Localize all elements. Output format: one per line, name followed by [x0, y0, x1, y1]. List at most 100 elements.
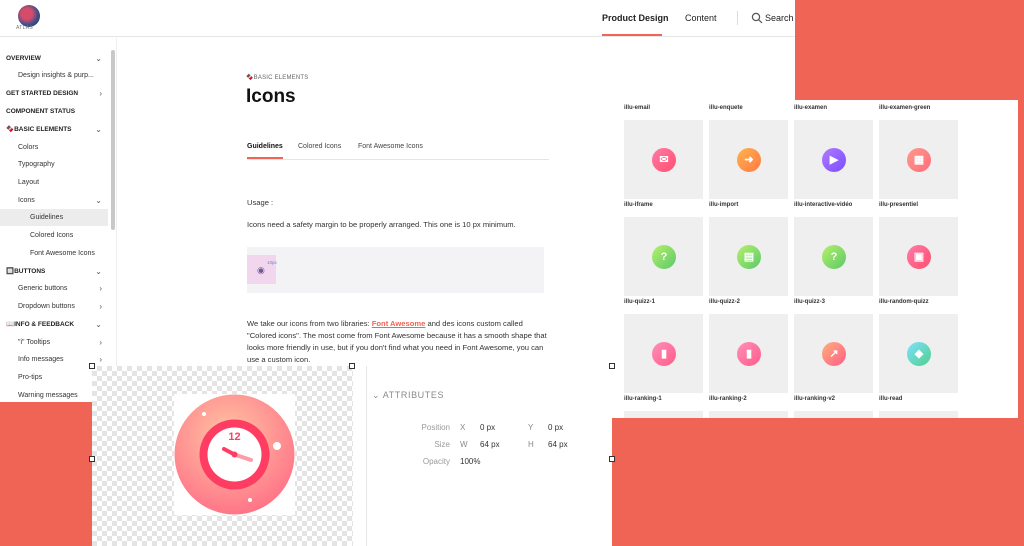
sidebar-item[interactable]: OVERVIEW ⌄: [0, 50, 108, 67]
tab-font-awesome-icons[interactable]: Font Awesome Icons: [358, 143, 423, 150]
chevron-down-icon: ⌄: [95, 54, 102, 63]
sidebar-item-label: 🍫BASIC ELEMENTS: [6, 126, 72, 133]
interactive-video-icon: ?: [822, 245, 846, 269]
icon-tile[interactable]: ➜: [709, 120, 788, 199]
icon-name-label: illu-ranking-1: [624, 396, 662, 402]
quizz-3-icon: ↗: [822, 342, 846, 366]
breadcrumb[interactable]: 🍫BASIC ELEMENTS: [246, 74, 308, 81]
quizz-1-icon: ▮: [652, 342, 676, 366]
search-icon[interactable]: [751, 12, 763, 24]
icon-name-label: illu-ranking-2: [709, 396, 747, 402]
sidebar-item-label: 🔲BUTTONS: [6, 268, 46, 275]
top-navigation: ATLAS Product Design Content Search: [0, 0, 795, 37]
icon-tile[interactable]: [624, 411, 703, 418]
page-title: Icons: [246, 86, 296, 107]
attributes-heading[interactable]: ⌄ ATTRIBUTES: [372, 390, 444, 401]
email-icon: ✉: [652, 148, 676, 172]
chevron-right-icon: ›: [99, 338, 102, 347]
sidebar-item[interactable]: GET STARTED DESIGN ›: [0, 85, 108, 102]
font-awesome-link[interactable]: Font Awesome: [372, 319, 426, 328]
h-value[interactable]: 64 px: [548, 440, 568, 449]
chevron-down-icon: ⌄: [95, 320, 102, 329]
sidebar-item[interactable]: 📖INFO & FEEDBACK ⌄: [0, 316, 108, 333]
icon-tile[interactable]: ▣: [879, 217, 958, 296]
sidebar-item[interactable]: 🔲BUTTONS ⌄: [0, 263, 108, 280]
margin-demo-label: 10px: [267, 260, 277, 265]
icon-tile[interactable]: ▤: [709, 217, 788, 296]
selection-handle-left-mid[interactable]: [89, 456, 95, 462]
selection-handle-right-mid[interactable]: [609, 456, 615, 462]
icon-tile[interactable]: ▦: [879, 120, 958, 199]
sidebar-item-label: Info messages: [18, 356, 64, 363]
sidebar-item[interactable]: Dropdown buttons ›: [0, 298, 108, 315]
selection-handle-top-right[interactable]: [609, 363, 615, 369]
examen-green-icon: ▦: [907, 148, 931, 172]
clock-illustration[interactable]: 12: [174, 394, 295, 515]
eye-icon: ◉: [257, 265, 265, 275]
chevron-right-icon: ›: [99, 302, 102, 311]
presentiel-icon: ▣: [907, 245, 931, 269]
sidebar-item[interactable]: Layout: [0, 174, 108, 191]
icon-name-label: illu-ranking-v2: [794, 396, 836, 402]
sidebar-item[interactable]: 🍫BASIC ELEMENTS ⌄: [0, 121, 108, 138]
w-value[interactable]: 64 px: [480, 440, 500, 449]
sidebar-item-label: Icons: [18, 197, 35, 204]
selection-handle-top-left[interactable]: [89, 363, 95, 369]
logo-icon[interactable]: [18, 5, 40, 27]
icon-tile[interactable]: ◆: [879, 314, 958, 393]
transparency-canvas: 12: [92, 366, 353, 546]
tab-colored-icons[interactable]: Colored Icons: [298, 143, 341, 150]
y-value[interactable]: 0 px: [548, 423, 563, 432]
sidebar-item[interactable]: Typography: [0, 156, 108, 173]
icon-tile[interactable]: ↗: [794, 314, 873, 393]
icon-tile[interactable]: ✉: [624, 120, 703, 199]
nav-divider: [737, 11, 738, 25]
icon-tile[interactable]: ?: [794, 217, 873, 296]
sidebar-item-label: 📖INFO & FEEDBACK: [6, 321, 75, 328]
chevron-right-icon: ›: [99, 284, 102, 293]
sidebar-item[interactable]: Colors: [0, 139, 108, 156]
usage-heading: Usage :: [247, 198, 274, 207]
sidebar-item[interactable]: "i" Tooltips ›: [0, 334, 108, 351]
x-axis-label: X: [460, 423, 466, 432]
search-button[interactable]: Search: [765, 13, 794, 23]
icon-tile[interactable]: [794, 411, 873, 418]
icon-tile[interactable]: [879, 411, 958, 418]
sidebar: OVERVIEW ⌄ Design insights & purp... GET ST…: [0, 38, 117, 402]
h-axis-label: H: [528, 440, 534, 449]
selection-handle-top-mid[interactable]: [349, 363, 355, 369]
sidebar-item[interactable]: Design insights & purp...: [0, 67, 108, 84]
icon-name-label: illu-examen-green: [879, 105, 931, 111]
tab-guidelines[interactable]: Guidelines: [247, 143, 283, 150]
iframe-icon: ?: [652, 245, 676, 269]
random-quizz-icon: ◆: [907, 342, 931, 366]
examen-icon: ▶: [822, 148, 846, 172]
logo-text: ATLAS: [16, 25, 33, 31]
sidebar-item[interactable]: Generic buttons ›: [0, 280, 108, 297]
nav-product-design[interactable]: Product Design: [602, 13, 669, 23]
icon-name-label: illu-random-quizz: [879, 299, 929, 305]
icon-tile[interactable]: ▮: [709, 314, 788, 393]
nav-content[interactable]: Content: [685, 13, 717, 23]
x-value[interactable]: 0 px: [480, 423, 495, 432]
icon-tile[interactable]: ▮: [624, 314, 703, 393]
sidebar-item[interactable]: COMPONENT STATUS: [0, 103, 108, 120]
sidebar-item[interactable]: Colored Icons: [0, 227, 108, 244]
sidebar-item[interactable]: Icons ⌄: [0, 192, 108, 209]
sidebar-item[interactable]: Guidelines: [0, 209, 108, 226]
inspector-divider: [366, 366, 367, 546]
colored-icons-grid: illu-email ✉ illu-enquete ➜ illu-examen ▶ illu…: [612, 100, 1018, 418]
icon-tile[interactable]: ▶: [794, 120, 873, 199]
sidebar-item-label: Pro-tips: [18, 374, 43, 381]
icon-tile[interactable]: [709, 411, 788, 418]
sidebar-item-label: Typography: [18, 161, 55, 168]
sidebar-item[interactable]: Font Awesome Icons: [0, 245, 108, 262]
sidebar-scrollbar[interactable]: [111, 50, 115, 230]
icon-tile[interactable]: ?: [624, 217, 703, 296]
size-label: Size: [434, 440, 450, 449]
sidebar-item-label: "i" Tooltips: [18, 339, 51, 346]
opacity-value[interactable]: 100%: [460, 457, 480, 466]
icon-name-label: illu-read: [879, 396, 903, 402]
icon-name-label: illu-examen: [794, 105, 828, 111]
icon-name-label: illu-import: [709, 202, 739, 208]
